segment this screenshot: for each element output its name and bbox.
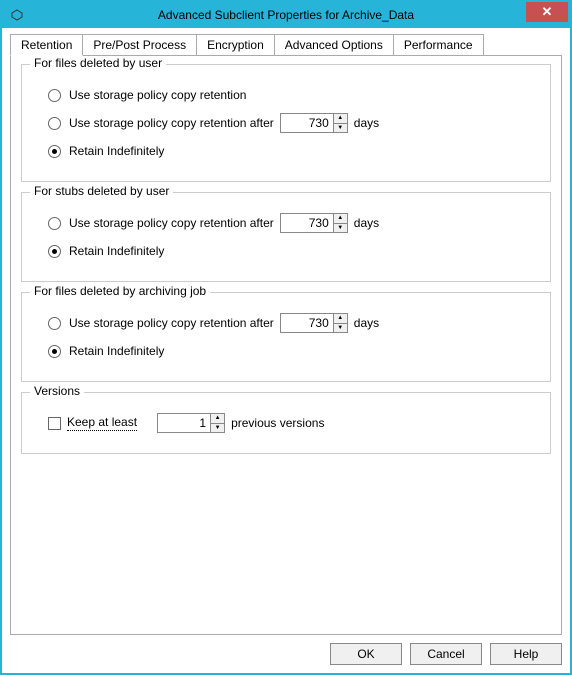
spinner-down-icon[interactable]: ▼: [334, 224, 347, 233]
option-row: Retain Indefinitely: [48, 341, 538, 361]
radio-label: Retain Indefinitely: [69, 144, 164, 158]
group-title: For files deleted by user: [30, 56, 166, 70]
spinner: ▲ ▼: [334, 113, 348, 133]
radio-policy-retention-after[interactable]: [48, 117, 61, 130]
radio-policy-retention-after[interactable]: [48, 217, 61, 230]
option-row: Keep at least ▲ ▼ previous versions: [48, 413, 538, 433]
days-input[interactable]: [280, 313, 334, 333]
radio-policy-retention[interactable]: [48, 89, 61, 102]
versions-stepper: ▲ ▼: [157, 413, 225, 433]
unit-label: days: [354, 116, 379, 130]
group-title: For stubs deleted by user: [30, 184, 173, 198]
radio-label: Use storage policy copy retention after: [69, 316, 274, 330]
checkbox-label: Keep at least: [67, 415, 137, 431]
tab-panel-retention: For files deleted by user Use storage po…: [10, 56, 562, 635]
radio-retain-indefinitely[interactable]: [48, 145, 61, 158]
unit-label: days: [354, 216, 379, 230]
checkbox-keep-at-least[interactable]: [48, 417, 61, 430]
days-input[interactable]: [280, 213, 334, 233]
group-title: Versions: [30, 384, 84, 398]
titlebar: Advanced Subclient Properties for Archiv…: [2, 2, 570, 28]
spinner-down-icon[interactable]: ▼: [334, 324, 347, 333]
option-row: Use storage policy copy retention after …: [48, 313, 538, 333]
spinner: ▲ ▼: [334, 313, 348, 333]
option-row: Use storage policy copy retention after …: [48, 213, 538, 233]
group-title: For files deleted by archiving job: [30, 284, 210, 298]
option-row: Retain Indefinitely: [48, 141, 538, 161]
option-row: Use storage policy copy retention after …: [48, 113, 538, 133]
group-files-deleted-user: For files deleted by user Use storage po…: [21, 64, 551, 182]
group-versions: Versions Keep at least ▲ ▼ previous vers…: [21, 392, 551, 454]
versions-input[interactable]: [157, 413, 211, 433]
dialog-window: Advanced Subclient Properties for Archiv…: [0, 0, 572, 675]
content-area: Retention Pre/Post Process Encryption Ad…: [2, 28, 570, 673]
spinner-down-icon[interactable]: ▼: [334, 124, 347, 133]
group-stubs-deleted-user: For stubs deleted by user Use storage po…: [21, 192, 551, 282]
spinner-up-icon[interactable]: ▲: [211, 414, 224, 424]
tab-advanced[interactable]: Advanced Options: [274, 34, 394, 55]
cancel-button[interactable]: Cancel: [410, 643, 482, 665]
button-bar: OK Cancel Help: [10, 635, 562, 665]
tab-bar: Retention Pre/Post Process Encryption Ad…: [10, 34, 562, 56]
spinner-up-icon[interactable]: ▲: [334, 214, 347, 224]
ok-button[interactable]: OK: [330, 643, 402, 665]
window-title: Advanced Subclient Properties for Archiv…: [158, 8, 414, 22]
close-button[interactable]: ✕: [526, 2, 568, 22]
spinner-down-icon[interactable]: ▼: [211, 424, 224, 433]
radio-label: Use storage policy copy retention after: [69, 116, 274, 130]
help-button[interactable]: Help: [490, 643, 562, 665]
spinner-up-icon[interactable]: ▲: [334, 114, 347, 124]
days-input[interactable]: [280, 113, 334, 133]
radio-label: Use storage policy copy retention: [69, 88, 246, 102]
option-row: Use storage policy copy retention: [48, 85, 538, 105]
days-stepper: ▲ ▼: [280, 113, 348, 133]
unit-label: days: [354, 316, 379, 330]
days-stepper: ▲ ▼: [280, 313, 348, 333]
unit-label: previous versions: [231, 416, 324, 430]
spinner-up-icon[interactable]: ▲: [334, 314, 347, 324]
tab-prepost[interactable]: Pre/Post Process: [82, 34, 197, 55]
option-row: Retain Indefinitely: [48, 241, 538, 261]
close-icon: ✕: [542, 4, 553, 20]
radio-retain-indefinitely[interactable]: [48, 345, 61, 358]
tab-retention[interactable]: Retention: [10, 34, 83, 56]
radio-label: Retain Indefinitely: [69, 344, 164, 358]
radio-policy-retention-after[interactable]: [48, 317, 61, 330]
radio-label: Retain Indefinitely: [69, 244, 164, 258]
radio-label: Use storage policy copy retention after: [69, 216, 274, 230]
spinner: ▲ ▼: [211, 413, 225, 433]
tab-performance[interactable]: Performance: [393, 34, 484, 55]
radio-retain-indefinitely[interactable]: [48, 245, 61, 258]
days-stepper: ▲ ▼: [280, 213, 348, 233]
tab-encryption[interactable]: Encryption: [196, 34, 275, 55]
app-icon: [10, 8, 24, 22]
group-files-deleted-job: For files deleted by archiving job Use s…: [21, 292, 551, 382]
spinner: ▲ ▼: [334, 213, 348, 233]
